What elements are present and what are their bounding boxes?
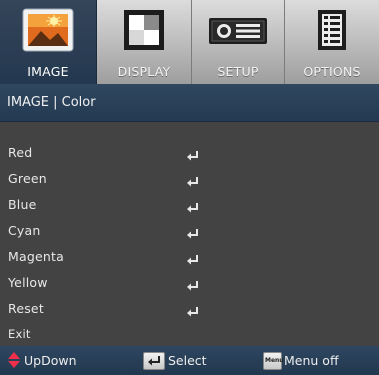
image-picture-icon	[21, 7, 75, 57]
menu-item-green[interactable]: Green	[0, 166, 379, 192]
menu-item-blue[interactable]: Blue	[0, 192, 379, 218]
color-menu-list: Red Green Blue Cyan Magenta Yellow Reset…	[0, 122, 379, 346]
tab-display[interactable]: DISPLAY	[97, 0, 192, 84]
tab-display-label: DISPLAY	[117, 64, 171, 79]
menu-off-hint: Menu off	[284, 353, 339, 368]
menu-key-label: Menu	[265, 357, 284, 364]
updown-arrows-icon	[7, 351, 21, 373]
updown-hint: UpDown	[24, 353, 77, 368]
menu-item-yellow[interactable]: Yellow	[0, 270, 379, 296]
menu-item-label: Magenta	[8, 249, 64, 264]
display-grid-icon	[121, 7, 167, 57]
menu-item-label: Reset	[8, 301, 44, 316]
enter-icon	[186, 251, 200, 270]
menu-item-exit[interactable]: Exit	[0, 322, 379, 348]
footer-hints: UpDown Select Menu Menu off	[0, 346, 379, 375]
menu-item-cyan[interactable]: Cyan	[0, 218, 379, 244]
menu-item-red[interactable]: Red	[0, 140, 379, 166]
breadcrumb: IMAGE | Color	[7, 95, 96, 110]
tab-bar: IMAGE DISPLAY SETUP OPTIONS	[0, 0, 379, 84]
tab-options[interactable]: OPTIONS	[285, 0, 379, 84]
enter-icon	[186, 225, 200, 244]
enter-icon	[186, 173, 200, 192]
breadcrumb-bar: IMAGE | Color	[0, 84, 379, 122]
menu-item-label: Blue	[8, 197, 37, 212]
tab-setup-label: SETUP	[217, 64, 259, 79]
enter-icon	[186, 277, 200, 296]
options-list-icon	[315, 7, 349, 57]
tab-image-label: IMAGE	[27, 64, 69, 79]
menu-item-label: Green	[8, 171, 47, 186]
tab-options-label: OPTIONS	[303, 64, 361, 79]
menu-item-reset[interactable]: Reset	[0, 296, 379, 322]
menu-item-label: Exit	[8, 327, 31, 341]
osd-menu: IMAGE DISPLAY SETUP OPTIONS IMAGE | Colo…	[0, 0, 379, 375]
tab-image[interactable]: IMAGE	[0, 0, 97, 84]
projector-icon	[206, 7, 270, 57]
menu-item-label: Red	[8, 145, 33, 160]
tab-setup[interactable]: SETUP	[192, 0, 285, 84]
select-hint: Select	[168, 353, 207, 368]
enter-icon	[186, 303, 200, 322]
enter-key-icon	[143, 352, 165, 370]
menu-key-icon: Menu	[263, 352, 284, 370]
menu-item-label: Yellow	[8, 275, 48, 290]
enter-icon	[186, 199, 200, 218]
menu-item-label: Cyan	[8, 223, 41, 238]
enter-icon	[186, 147, 200, 166]
menu-item-magenta[interactable]: Magenta	[0, 244, 379, 270]
